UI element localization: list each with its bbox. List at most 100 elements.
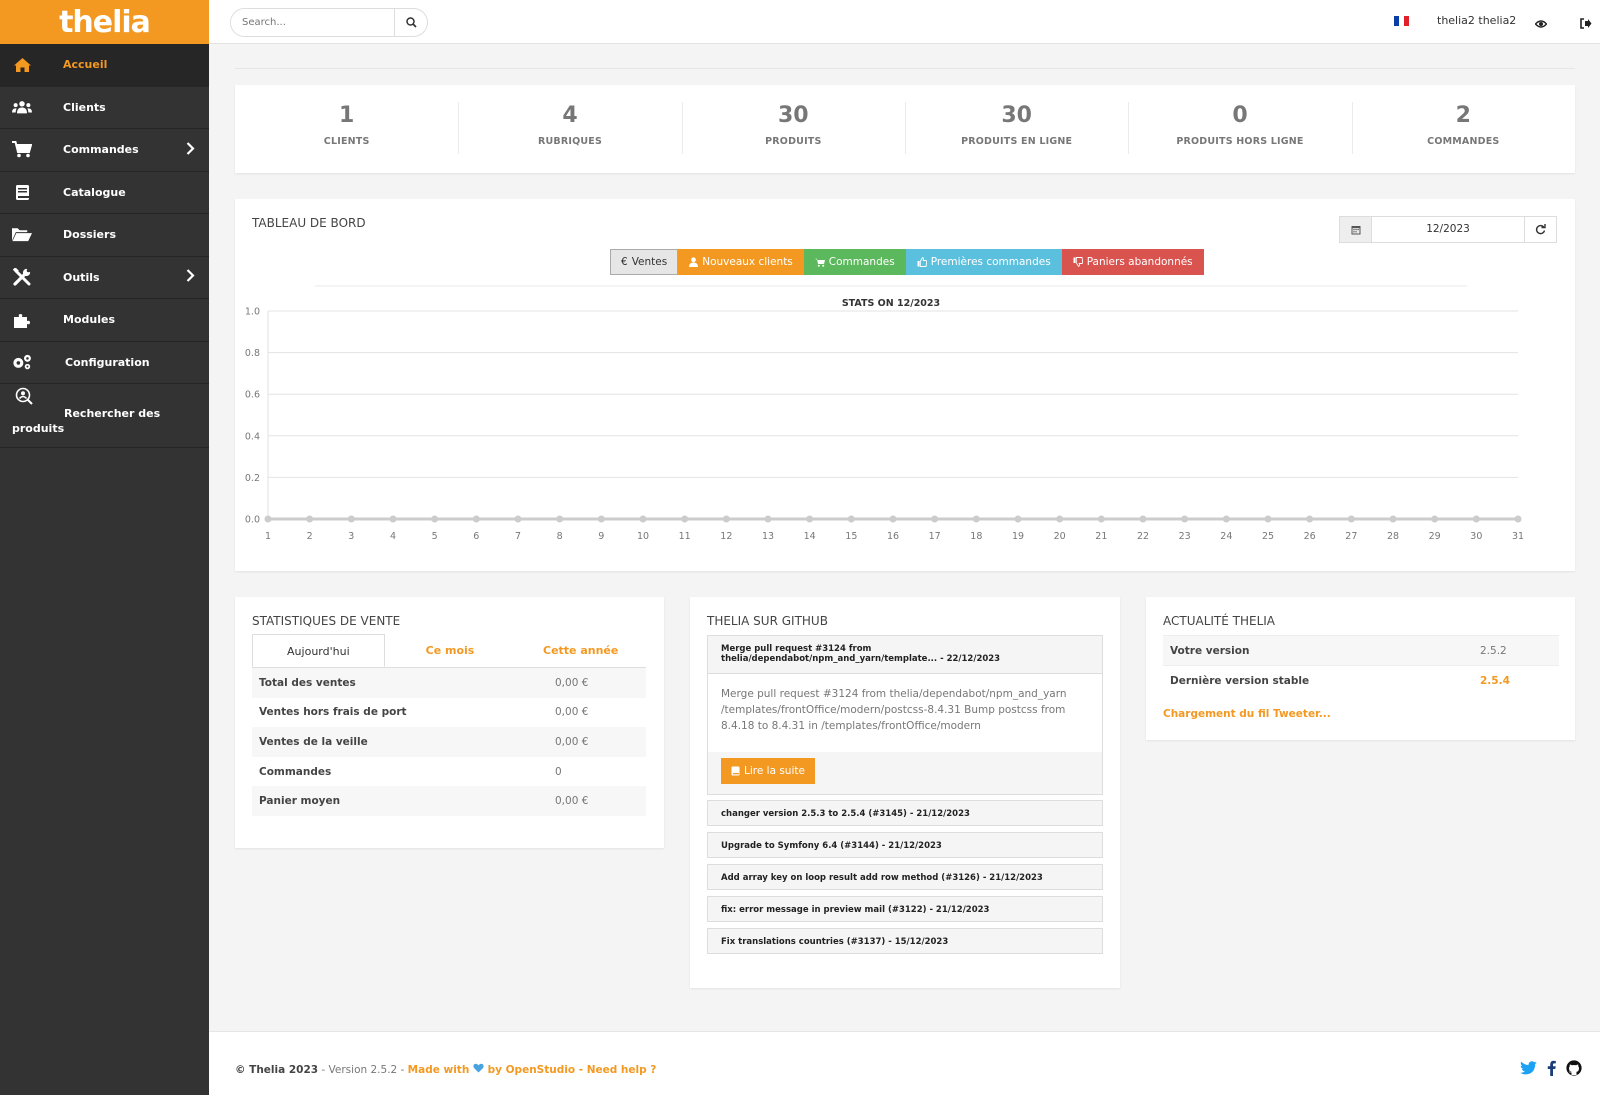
cart-icon <box>12 141 32 159</box>
x-tick-label: 6 <box>473 531 479 542</box>
stat-commandes[interactable]: 2 COMMANDES <box>1351 85 1575 173</box>
x-tick-label: 1 <box>265 531 271 542</box>
copyright: © Thelia 2023 <box>235 1064 319 1076</box>
tab-paniers-abandonnes[interactable]: Paniers abandonnés <box>1061 249 1204 275</box>
read-more-button[interactable]: Lire la suite <box>721 758 815 784</box>
sidebar-item-label: Catalogue <box>63 185 126 199</box>
data-point <box>514 515 522 523</box>
stat-produits-en-ligne[interactable]: 30 PRODUITS EN LIGNE <box>904 85 1128 173</box>
github-item[interactable]: Fix translations countries (#3137) - 15/… <box>707 928 1103 954</box>
x-tick-label: 11 <box>679 531 691 542</box>
sidebar-item-clients[interactable]: Clients <box>0 87 209 129</box>
github-item[interactable]: changer version 2.5.3 to 2.5.4 (#3145) -… <box>707 800 1103 826</box>
y-tick-label: 1.0 <box>245 307 260 318</box>
data-point <box>1347 515 1355 523</box>
data-point <box>1097 515 1105 523</box>
data-point <box>1472 515 1480 523</box>
x-tick-label: 2 <box>307 531 313 542</box>
folder-open-icon <box>12 226 32 244</box>
tab-ventes[interactable]: € Ventes <box>610 249 679 275</box>
twitter-icon[interactable] <box>1520 1060 1537 1080</box>
chart-type-tabs: € Ventes Nouveaux clients Commandes Premi… <box>610 249 1204 275</box>
footer: © Thelia 2023 - Version 2.5.2 - Made wit… <box>209 1031 1600 1095</box>
sales-table: Total des ventes 0,00 € Ventes hors frais… <box>252 668 646 816</box>
x-tick-label: 26 <box>1304 531 1316 542</box>
sidebar-item-accueil[interactable]: Accueil <box>0 44 209 87</box>
data-point <box>1306 515 1314 523</box>
user-name[interactable]: thelia2 thelia2 <box>1437 14 1516 27</box>
facebook-icon[interactable] <box>1547 1060 1556 1080</box>
table-row: Dernière version stable 2.5.4 <box>1163 665 1559 695</box>
news-panel: ACTUALITÉ THELIA Votre version 2.5.2 Dern… <box>1146 597 1575 740</box>
github-item[interactable]: Upgrade to Symfony 6.4 (#3144) - 21/12/2… <box>707 832 1103 858</box>
book-icon <box>12 183 32 201</box>
euro-icon: € <box>621 256 628 268</box>
y-tick-label: 0.8 <box>245 348 260 359</box>
github-item[interactable]: Add array key on loop result add row met… <box>707 864 1103 890</box>
github-item-expanded: Merge pull request #3124 from thelia/dep… <box>707 635 1103 795</box>
tab-nouveaux-clients[interactable]: Nouveaux clients <box>678 249 804 275</box>
x-tick-label: 4 <box>390 531 396 542</box>
book-icon <box>731 766 740 776</box>
top-bar: thelia2 thelia2 <box>209 0 1600 44</box>
refresh-button[interactable] <box>1524 217 1556 242</box>
sales-stats-title: STATISTIQUES DE VENTE <box>252 614 401 628</box>
y-tick-label: 0.2 <box>245 473 260 484</box>
github-panel: THELIA SUR GITHUB Merge pull request #31… <box>690 597 1120 988</box>
data-point <box>681 515 689 523</box>
sidebar-item-label: Commandes <box>63 143 139 157</box>
dashboard-panel: TABLEAU DE BORD 12/2023 € Ventes Nouveaux… <box>235 199 1575 571</box>
tab-ce-mois[interactable]: Ce mois <box>385 634 516 667</box>
data-point <box>972 515 980 523</box>
table-row: Total des ventes 0,00 € <box>252 668 646 698</box>
github-item-header[interactable]: Merge pull request #3124 from thelia/dep… <box>708 636 1102 674</box>
data-point <box>847 515 855 523</box>
cogs-icon <box>12 353 32 371</box>
eye-icon[interactable] <box>1534 14 1548 33</box>
sidebar-item-commandes[interactable]: Commandes <box>0 129 209 172</box>
version-table: Votre version 2.5.2 Dernière version stab… <box>1163 635 1559 695</box>
stat-rubriques[interactable]: 4 RUBRIQUES <box>458 85 681 173</box>
tab-cette-annee[interactable]: Cette année <box>515 634 646 667</box>
x-tick-label: 14 <box>804 531 816 542</box>
calendar-icon[interactable] <box>1340 217 1372 242</box>
x-tick-label: 20 <box>1054 531 1066 542</box>
sidebar-item-outils[interactable]: Outils <box>0 257 209 299</box>
x-tick-label: 9 <box>598 531 604 542</box>
sidebar-item-configuration[interactable]: Configuration <box>0 342 209 384</box>
data-point <box>1389 515 1397 523</box>
thelia-logo[interactable]: thelia <box>0 0 209 44</box>
french-flag-icon[interactable] <box>1394 16 1409 26</box>
made-with-link[interactable]: Made with by OpenStudio - Need help ? <box>408 1063 656 1076</box>
stat-produits[interactable]: 30 PRODUITS <box>681 85 905 173</box>
github-icon[interactable] <box>1566 1060 1582 1080</box>
x-tick-label: 31 <box>1512 531 1524 542</box>
data-point <box>1139 515 1147 523</box>
search-input[interactable] <box>231 9 394 36</box>
tab-aujourdhui[interactable]: Aujourd'hui <box>252 634 385 667</box>
logout-icon[interactable] <box>1580 14 1592 33</box>
month-input[interactable]: 12/2023 <box>1372 217 1524 242</box>
data-point <box>1264 515 1272 523</box>
tools-icon <box>12 268 32 286</box>
github-item[interactable]: fix: error message in preview mail (#312… <box>707 896 1103 922</box>
stat-produits-hors-ligne[interactable]: 0 PRODUITS HORS LIGNE <box>1128 85 1351 173</box>
x-tick-label: 7 <box>515 531 521 542</box>
data-point <box>389 515 397 523</box>
tab-commandes[interactable]: Commandes <box>803 249 906 275</box>
data-point <box>347 515 355 523</box>
x-tick-label: 17 <box>929 531 941 542</box>
sidebar-item-rechercher-produits[interactable]: Rechercher des produits <box>0 384 209 448</box>
x-tick-label: 29 <box>1429 531 1441 542</box>
sidebar-item-modules[interactable]: Modules <box>0 299 209 342</box>
chart-title: STATS ON 12/2023 <box>842 298 940 309</box>
search-icon <box>405 17 417 28</box>
search-button[interactable] <box>394 9 427 36</box>
sidebar-item-dossiers[interactable]: Dossiers <box>0 214 209 257</box>
stat-clients[interactable]: 1 CLIENTS <box>235 85 458 173</box>
sidebar-item-catalogue[interactable]: Catalogue <box>0 172 209 214</box>
x-tick-label: 28 <box>1387 531 1399 542</box>
tab-premieres-commandes[interactable]: Premières commandes <box>905 249 1062 275</box>
sales-stats-panel: STATISTIQUES DE VENTE Aujourd'hui Ce moi… <box>235 597 664 848</box>
table-row: Panier moyen 0,00 € <box>252 786 646 816</box>
